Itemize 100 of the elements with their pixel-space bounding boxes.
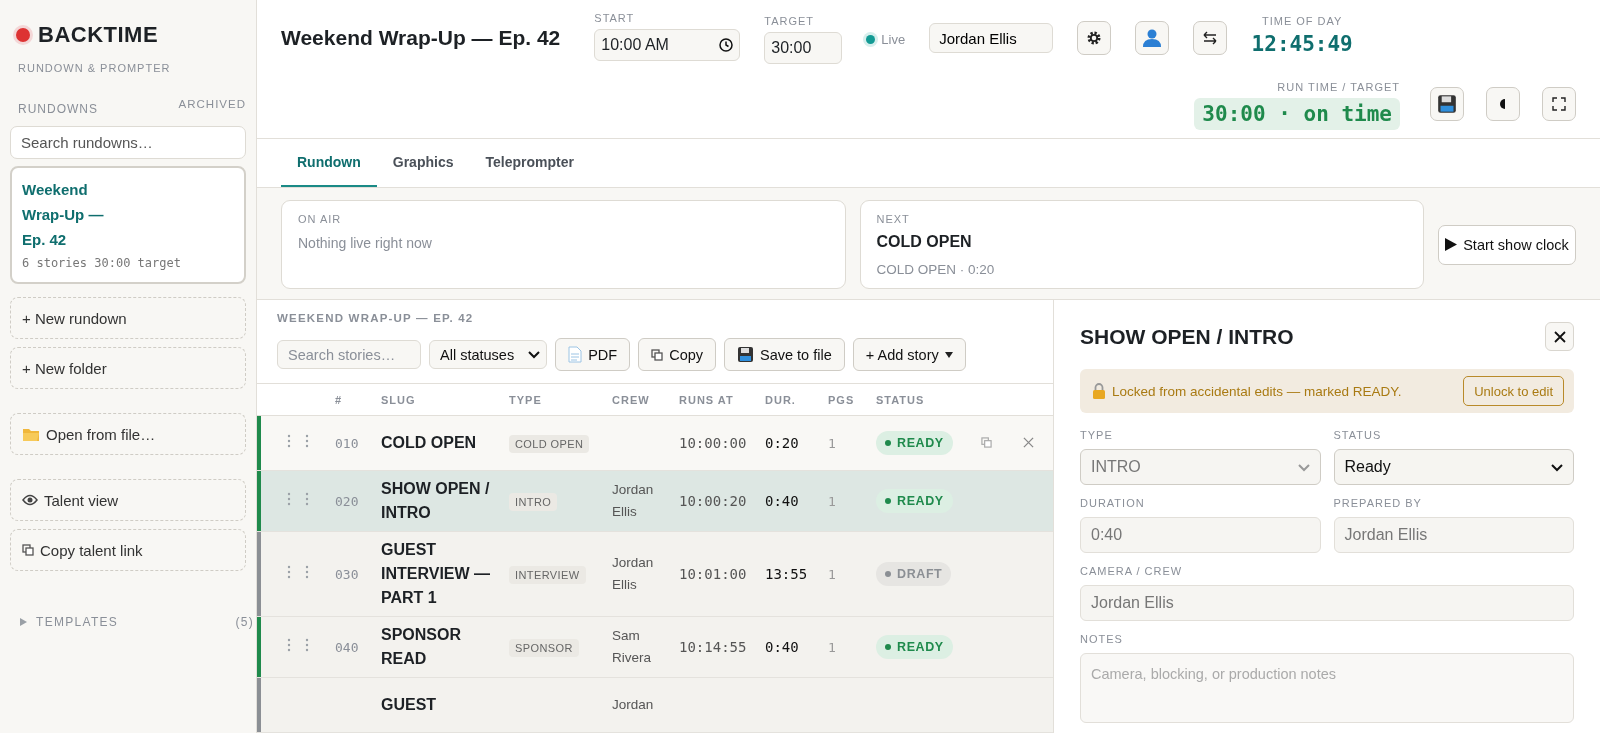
clock-icon	[719, 38, 734, 52]
story-row[interactable]: 010 COLD OPEN COLD OPEN 10:00:00 0:20 1 READY	[257, 416, 1053, 471]
status-filter-dropdown[interactable]: All statuses	[429, 340, 548, 369]
story-number: 010	[335, 436, 359, 451]
select-field[interactable]: Ready	[1333, 449, 1574, 485]
duration: 0:20	[765, 435, 799, 451]
runs-at-time: 10:01:00	[679, 566, 747, 582]
user-icon	[1142, 28, 1163, 48]
sidebar-action-button[interactable]: Copy talent link	[10, 529, 246, 571]
document-icon	[568, 346, 583, 363]
toolbar-button[interactable]: Copy	[638, 338, 716, 371]
search-field[interactable]: Search stories…	[277, 340, 421, 369]
time-of-day: 12:45:49	[1251, 32, 1353, 56]
column-header: PGS	[828, 393, 856, 406]
story-row[interactable]: 030 GUEST INTERVIEW — PART 1 INTERVIEW Jordan Ellis 10:01:00 13:55 1 DRAFT	[257, 532, 1053, 617]
rundown-card[interactable]: Weekend Wrap-Up — Ep. 42 6 stories 30:00 target	[10, 166, 246, 284]
field-label: CAMERA / CREW	[1080, 565, 1184, 577]
card-label: ON AIR	[298, 213, 343, 225]
fullscreen-icon	[1552, 96, 1566, 111]
app-logo: BACKTIME	[38, 22, 159, 48]
rundown-title: Weekend Wrap-Up — Ep. 42	[281, 26, 561, 50]
column-header: #	[335, 393, 344, 406]
user-button[interactable]	[1135, 21, 1170, 55]
start-clock-button[interactable]: Start show clock	[1438, 224, 1576, 265]
app-tagline: RUNDOWN & PROMPTER	[18, 62, 172, 74]
page-count: 1	[828, 436, 836, 451]
type-tag: INTRO	[509, 493, 558, 511]
story-number: 020	[335, 494, 359, 509]
column-header: STATUS	[876, 393, 926, 406]
sidebar-action-button[interactable]: Open from file…	[10, 413, 246, 455]
crew-name: Sam Rivera	[612, 628, 651, 665]
fullscreen-button[interactable]	[1542, 86, 1576, 121]
chevron-down-icon	[1551, 464, 1563, 472]
clock-label: TIME OF DAY	[1261, 15, 1343, 27]
save-button[interactable]	[1430, 86, 1464, 121]
eye-icon	[22, 494, 38, 506]
swap-button[interactable]	[1193, 21, 1228, 55]
status-badge: READY	[876, 635, 953, 659]
clock-label: RUN TIME / TARGET	[1277, 80, 1400, 93]
play-icon	[1445, 238, 1458, 251]
drag-handle-icon[interactable]	[285, 434, 311, 448]
on-air-status: Nothing live right now	[298, 235, 433, 251]
card-label: NEXT	[876, 213, 911, 225]
story-title: SHOW OPEN / INTRO	[1080, 324, 1294, 349]
close-icon	[1553, 330, 1566, 343]
field-label: NOTES	[1080, 633, 1124, 645]
chevron-down-icon	[528, 350, 541, 359]
sidebar-action-button[interactable]: Talent view	[10, 479, 246, 521]
close-button[interactable]	[1545, 322, 1574, 351]
drag-handle-icon[interactable]	[285, 565, 311, 579]
column-header: SLUG	[381, 393, 417, 406]
status-badge: DRAFT	[876, 562, 952, 586]
toolbar-button[interactable]: Save to file	[724, 338, 845, 371]
swap-arrows-icon	[1202, 31, 1219, 45]
next-story-meta: COLD OPEN · 0:20	[876, 262, 996, 277]
rundown-meta: 6 stories 30:00 target	[22, 256, 182, 270]
story-number: 040	[335, 640, 359, 655]
type-tag: COLD OPEN	[509, 435, 590, 453]
story-row[interactable]: 040 SPONSOR READ SPONSOR Sam Rivera 10:14:55 0:40 1 READY	[257, 617, 1053, 678]
column-header: TYPE	[509, 393, 543, 406]
expand-triangle-icon[interactable]	[20, 618, 27, 626]
duration: 0:40	[765, 639, 799, 655]
settings-icon	[1086, 30, 1103, 46]
user-name-field[interactable]: Jordan Ellis	[929, 23, 1054, 53]
field-label: STATUS	[1333, 429, 1383, 441]
type-tag: INTERVIEW	[509, 566, 586, 584]
duplicate-icon[interactable]	[981, 437, 992, 448]
chevron-down-icon	[1297, 464, 1310, 472]
drag-handle-icon[interactable]	[285, 638, 311, 652]
field-label: TARGET	[764, 15, 816, 27]
target-field[interactable]: 30:00	[764, 32, 843, 64]
story-slug: GUEST INTERVIEW — PART 1	[381, 540, 492, 608]
caret-icon	[944, 351, 953, 358]
story-slug: SHOW OPEN / INTRO	[381, 479, 491, 523]
sidebar-action-button[interactable]: + New rundown	[10, 297, 246, 339]
toolbar-button[interactable]: PDF	[555, 338, 631, 371]
field-label: DURATION	[1080, 497, 1146, 509]
drag-handle-icon[interactable]	[285, 492, 311, 506]
delete-icon[interactable]	[1023, 437, 1034, 448]
crew-name: Jordan	[612, 697, 654, 712]
search-field[interactable]: Search rundowns…	[10, 126, 246, 159]
toolbar-button[interactable]: + Add story	[852, 338, 966, 371]
duration: 13:55	[765, 566, 808, 582]
padlock-icon	[1092, 383, 1106, 399]
story-row[interactable]: 020 SHOW OPEN / INTRO INTRO Jordan Ellis 10:00:20 0:40 1 READY	[257, 471, 1053, 532]
field-label: START	[594, 12, 636, 24]
tab[interactable]: Graphics	[376, 139, 470, 187]
tab[interactable]: Teleprompter	[469, 139, 590, 187]
start-time-field[interactable]: 10:00 AM	[594, 29, 741, 61]
runs-at-time: 10:14:55	[679, 639, 747, 655]
page-count: 1	[828, 640, 836, 655]
story-slug: COLD OPEN	[381, 433, 478, 453]
copy-icon	[651, 348, 664, 361]
story-row[interactable]: GUEST Jordan	[257, 678, 1053, 733]
settings-button[interactable]	[1077, 21, 1112, 55]
crew-name: Jordan Ellis	[612, 482, 654, 519]
theme-toggle-button[interactable]	[1486, 86, 1520, 121]
story-slug: GUEST	[381, 695, 438, 715]
sidebar-action-button[interactable]: + New folder	[10, 347, 246, 389]
page-count: 1	[828, 567, 836, 582]
